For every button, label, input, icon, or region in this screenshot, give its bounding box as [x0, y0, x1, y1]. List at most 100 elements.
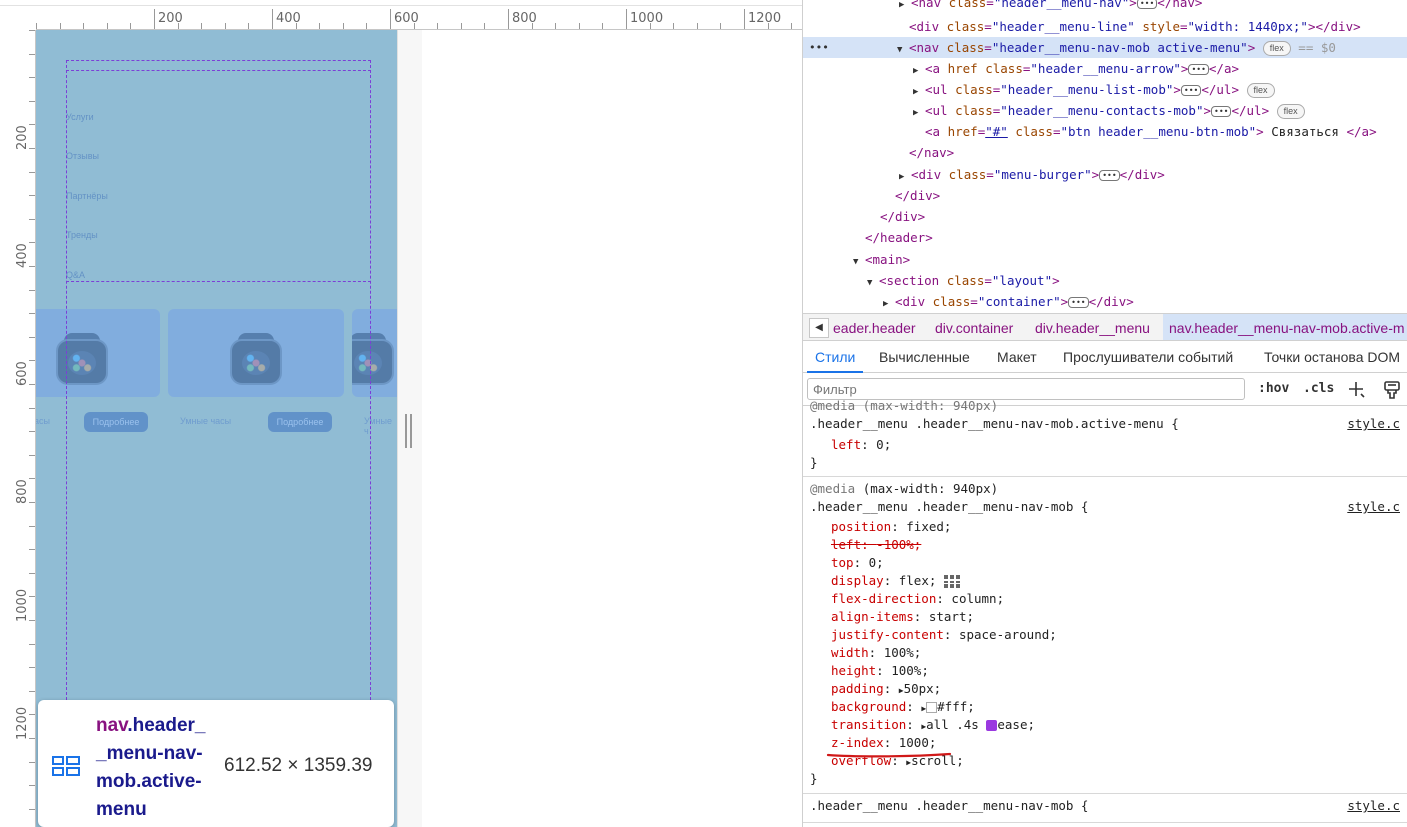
source-link[interactable]: style.c	[1347, 415, 1400, 433]
css-value[interactable]: ease;	[997, 717, 1035, 732]
dom-node[interactable]: ▶ <div class="container"> ••• </div>	[803, 291, 1407, 312]
css-property[interactable]: left	[831, 537, 861, 552]
css-property[interactable]: transition	[831, 717, 906, 732]
expand-triangle-icon[interactable]: ▶	[899, 0, 911, 16]
dom-node[interactable]: ▼ <main>	[803, 249, 1407, 270]
flex-badge[interactable]: flex	[1246, 83, 1275, 98]
dom-node-selected[interactable]: ••• ▼ <nav class="header__menu-nav-mob ac…	[803, 37, 1407, 58]
css-value[interactable]: column;	[951, 591, 1004, 606]
css-value[interactable]: 100%;	[891, 663, 929, 678]
css-property[interactable]: height	[831, 663, 876, 678]
css-property[interactable]: top	[831, 555, 854, 570]
css-property[interactable]: left	[831, 437, 861, 452]
ellipsis-icon[interactable]: •••	[1068, 297, 1089, 308]
css-property[interactable]: padding	[831, 681, 884, 696]
dom-node[interactable]: ▶ <ul class="header__menu-contacts-mob"> •…	[803, 100, 1407, 121]
css-property[interactable]: align-items	[831, 609, 914, 624]
tab-computed[interactable]: Вычисленные	[879, 341, 970, 373]
ellipsis-icon[interactable]: •••	[1211, 106, 1232, 117]
flexbox-editor-icon[interactable]	[943, 575, 960, 588]
dom-tag: </div>	[895, 188, 941, 203]
breadcrumb-item[interactable]: eader.header	[833, 314, 916, 340]
color-swatch-icon[interactable]	[926, 702, 938, 713]
tab-event-listeners[interactable]: Прослушиватели событий	[1063, 341, 1233, 373]
css-property[interactable]: width	[831, 645, 869, 660]
hover-state-button[interactable]: :hov	[1258, 381, 1289, 396]
css-value[interactable]: 100%;	[884, 645, 922, 660]
dom-node[interactable]: ▶ <ul class="header__menu-list-mob"> ••• </…	[803, 79, 1407, 100]
css-declaration[interactable]: width: 100%;	[831, 644, 921, 662]
expand-triangle-icon[interactable]: ▶	[883, 294, 895, 315]
source-link[interactable]: style.c	[1347, 498, 1400, 516]
breadcrumb-item-active[interactable]: nav.header__menu-nav-mob.active-m	[1163, 314, 1407, 340]
dom-tag: <div	[895, 294, 933, 309]
dom-node[interactable]: </header>	[803, 227, 1407, 248]
css-declaration[interactable]: left: 0;	[831, 436, 891, 454]
flex-badge[interactable]: flex	[1276, 104, 1305, 119]
dom-node[interactable]: ▼ <section class="layout">	[803, 270, 1407, 291]
paint-brush-icon[interactable]	[1383, 381, 1401, 399]
class-toggle-button[interactable]: .cls	[1303, 381, 1334, 396]
css-declaration[interactable]: top: 0;	[831, 554, 884, 572]
css-value[interactable]: 0;	[876, 437, 891, 452]
resize-handle[interactable]	[405, 414, 412, 448]
css-declaration[interactable]: background: ▶ #fff;	[831, 698, 975, 716]
ruler-tick	[29, 572, 35, 574]
css-declaration[interactable]: display: flex;	[831, 572, 960, 590]
easing-editor-icon[interactable]	[986, 720, 998, 731]
dom-attr-value[interactable]: "#"	[985, 124, 1008, 139]
ellipsis-icon[interactable]: •••	[1188, 64, 1209, 75]
css-property[interactable]: z-index	[831, 735, 884, 750]
css-property[interactable]: display	[831, 573, 884, 588]
css-value[interactable]: 0;	[869, 555, 884, 570]
dom-node[interactable]: <a href="#" class="btn header__menu-btn-…	[803, 121, 1407, 142]
css-value[interactable]: fixed;	[906, 519, 951, 534]
css-declaration[interactable]: height: 100%;	[831, 662, 929, 680]
breadcrumb-item[interactable]: div.header__menu	[1035, 314, 1150, 340]
css-value[interactable]: flex;	[899, 573, 937, 588]
breadcrumb-scroll-left-icon[interactable]: ◀	[809, 318, 829, 338]
dom-node[interactable]: ▶ <div class="menu-burger"> ••• </div>	[803, 164, 1407, 185]
dom-node[interactable]: ▶ <nav class="header__menu-nav"> ••• </nav>	[803, 0, 1407, 13]
css-declaration[interactable]: justify-content: space-around;	[831, 626, 1057, 644]
css-property[interactable]: flex-direction	[831, 591, 936, 606]
css-value[interactable]: all .4s	[926, 717, 979, 732]
css-selector[interactable]: .header__menu .header__menu-nav-mob.acti…	[810, 415, 1400, 433]
css-value[interactable]: -100%;	[876, 537, 921, 552]
tab-layout[interactable]: Макет	[997, 341, 1037, 373]
css-property[interactable]: position	[831, 519, 891, 534]
dom-node[interactable]: </nav>	[803, 142, 1407, 163]
css-selector[interactable]: .header__menu .header__menu-nav-mob {sty…	[810, 498, 1400, 516]
dom-node[interactable]: <div class="header__menu-line" style="wi…	[803, 16, 1407, 37]
css-declaration-overridden[interactable]: left: -100%;	[831, 536, 921, 554]
css-value[interactable]: 1000;	[899, 735, 937, 750]
css-selector[interactable]: .header__menu .header__menu-nav-mob {sty…	[810, 797, 1400, 815]
css-property[interactable]: background	[831, 699, 906, 714]
ellipsis-icon[interactable]: •••	[1099, 170, 1120, 181]
tab-styles[interactable]: Стили	[807, 341, 864, 373]
new-rule-icon[interactable]	[1348, 381, 1366, 399]
filter-input[interactable]	[807, 378, 1245, 400]
flex-badge[interactable]: flex	[1262, 41, 1291, 56]
css-declaration[interactable]: padding: ▶50px;	[831, 680, 941, 698]
css-value[interactable]: space-around;	[959, 627, 1057, 642]
css-value[interactable]: 50px;	[904, 681, 942, 696]
css-declaration[interactable]: position: fixed;	[831, 518, 951, 536]
ellipsis-icon[interactable]: •••	[1136, 0, 1158, 9]
css-declaration[interactable]: align-items: start;	[831, 608, 974, 626]
css-value[interactable]: start;	[929, 609, 974, 624]
tab-dom-breakpoints[interactable]: Точки останова DOM	[1264, 341, 1400, 373]
css-value[interactable]: #fff;	[937, 699, 975, 714]
css-declaration[interactable]: transition: ▶all .4s ease;	[831, 716, 1035, 734]
source-link[interactable]: style.c	[1347, 797, 1400, 815]
css-declaration[interactable]: z-index: 1000;	[831, 734, 936, 752]
breadcrumb-item[interactable]: div.container	[935, 314, 1013, 340]
flex-layout-icon	[52, 756, 80, 776]
more-options-icon[interactable]: •••	[809, 37, 829, 58]
dom-node[interactable]: </div>	[803, 206, 1407, 227]
dom-node[interactable]: </div>	[803, 185, 1407, 206]
ellipsis-icon[interactable]: •••	[1180, 85, 1202, 96]
dom-node[interactable]: ▶ <a href class="header__menu-arrow"> ••• <…	[803, 58, 1407, 79]
css-declaration[interactable]: flex-direction: column;	[831, 590, 1004, 608]
css-property[interactable]: justify-content	[831, 627, 944, 642]
